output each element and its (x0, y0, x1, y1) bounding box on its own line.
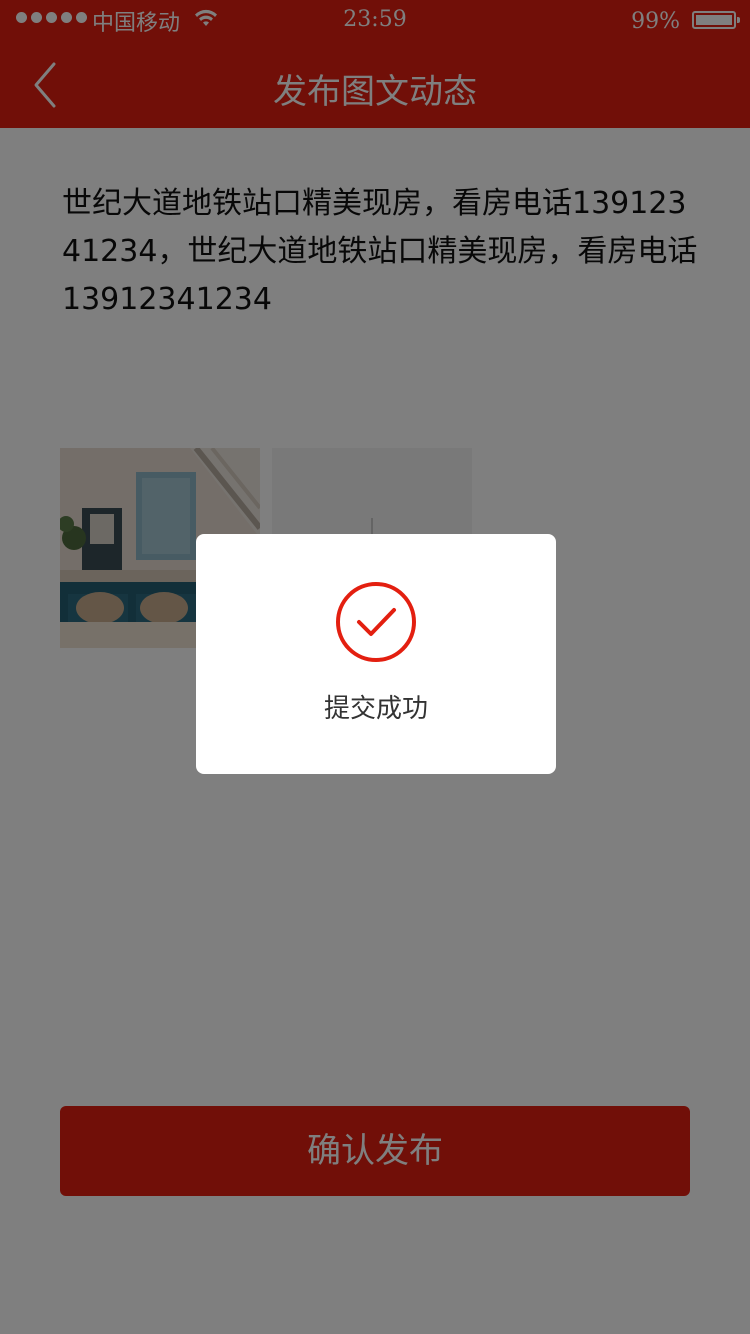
toast-message: 提交成功 (323, 694, 428, 724)
check-circle-icon (336, 582, 416, 662)
success-toast: 提交成功 (196, 534, 556, 774)
screen: 中国移动 23:59 99% 发布图文动态 世纪大道地铁站口精美现房，看房电话1… (0, 0, 750, 1334)
